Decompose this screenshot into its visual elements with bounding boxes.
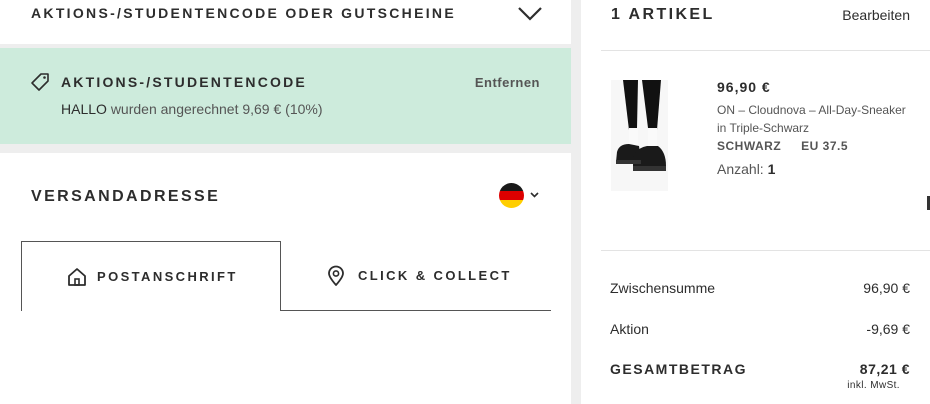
discount-label: Aktion: [610, 321, 649, 337]
tab-postanschrift[interactable]: POSTANSCHRIFT: [21, 241, 281, 311]
edit-cart-button[interactable]: Bearbeiten: [842, 7, 910, 23]
vat-note: inkl. MwSt.: [847, 380, 900, 391]
subtotal-value: 96,90 €: [863, 280, 910, 296]
quantity-value: 1: [767, 161, 776, 177]
product-name: ON – Cloudnova – All-Day-Sneaker in Trip…: [717, 103, 906, 135]
chevron-down-icon[interactable]: [517, 4, 543, 22]
tab-click-and-collect-label: CLICK & COLLECT: [358, 268, 512, 283]
promo-applied-text: wurden angerechnet 9,69 € (10%): [110, 101, 323, 117]
shipping-title: VERSANDADRESSE: [31, 188, 221, 205]
home-icon: [68, 268, 86, 286]
applied-promo-description: HALLO wurden angerechnet 9,69 € (10%): [61, 101, 323, 117]
order-summary-panel: 1 ARTIKEL Bearbeiten 96,90 € ON – Cloudn…: [581, 0, 930, 404]
summary-divider: [601, 250, 930, 251]
tab-click-and-collect[interactable]: CLICK & COLLECT: [281, 241, 551, 311]
subtotal-label: Zwischensumme: [610, 280, 716, 296]
discount-value: -9,69 €: [866, 321, 910, 337]
promo-code-accordion[interactable]: AKTIONS-/STUDENTENCODE ODER GUTSCHEINE: [0, 0, 571, 44]
total-value: 87,21 €: [859, 361, 910, 377]
caret-down-icon: [530, 192, 539, 198]
applied-promo-panel: AKTIONS-/STUDENTENCODE Entfernen HALLO w…: [0, 48, 571, 144]
checkout-left-column: AKTIONS-/STUDENTENCODE ODER GUTSCHEINE A…: [0, 0, 571, 404]
tab-postanschrift-label: POSTANSCHRIFT: [97, 269, 238, 284]
product-size: EU 37.5: [801, 139, 849, 153]
germany-flag-icon: [499, 183, 524, 208]
tag-icon: [31, 73, 49, 91]
subtotal-row: Zwischensumme 96,90 €: [610, 280, 910, 296]
remove-promo-button[interactable]: Entfernen: [475, 75, 540, 90]
shipping-address-section: VERSANDADRESSE POSTANSCHRIFT CLICK & COL…: [0, 153, 571, 404]
sneaker-product-photo: [611, 80, 668, 191]
total-label: GESAMTBETRAG: [610, 361, 747, 377]
product-image: [611, 80, 668, 191]
cart-item-count: 1 ARTIKEL: [611, 6, 715, 23]
country-selector[interactable]: [499, 183, 541, 209]
promo-accordion-title: AKTIONS-/STUDENTENCODE ODER GUTSCHEINE: [31, 5, 456, 21]
cart-items-header: 1 ARTIKEL Bearbeiten: [601, 0, 930, 51]
discount-row: Aktion -9,69 €: [610, 321, 910, 337]
product-variant: SCHWARZ EU 37.5: [717, 139, 848, 153]
promo-code-value: HALLO: [61, 101, 107, 117]
total-row: GESAMTBETRAG 87,21 €: [610, 361, 910, 377]
quantity-label: Anzahl:: [717, 161, 764, 177]
product-color: SCHWARZ: [717, 139, 782, 153]
location-pin-icon: [328, 265, 344, 286]
applied-promo-title: AKTIONS-/STUDENTENCODE: [61, 74, 307, 90]
product-price: 96,90 €: [717, 79, 771, 95]
product-quantity: Anzahl: 1: [717, 161, 775, 177]
